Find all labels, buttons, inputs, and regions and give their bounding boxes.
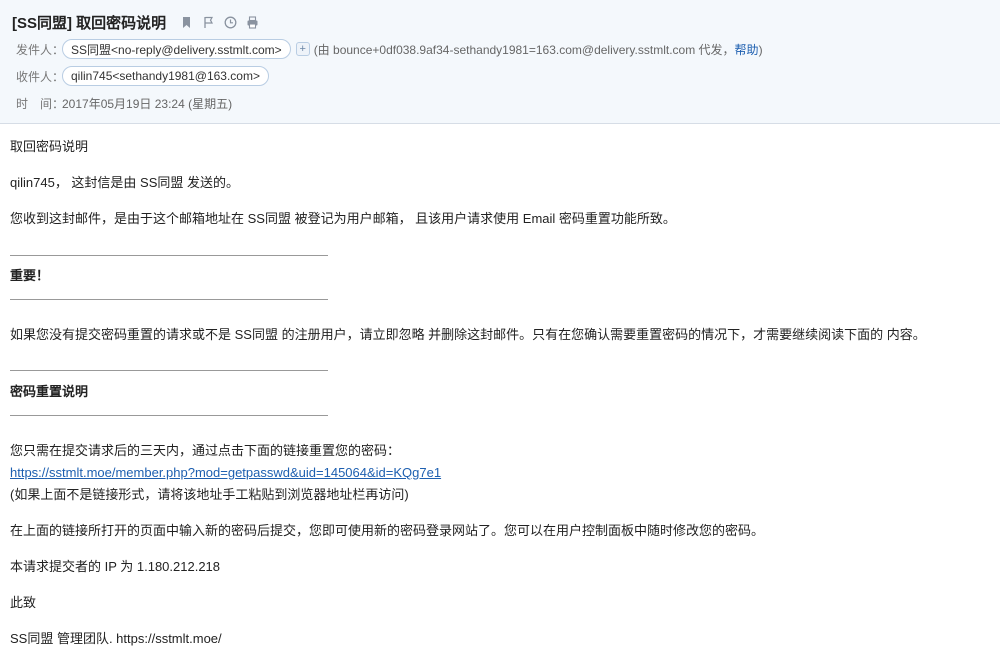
reset-heading: 密码重置说明 (10, 384, 89, 399)
ip-text: 本请求提交者的 IP 为 1.180.212.218 (10, 559, 221, 574)
reason-text: 您收到这封邮件，是由于这个邮箱地址在 SS同盟 被登记为用户邮箱， 且该用户请求… (10, 211, 676, 226)
divider (10, 415, 328, 416)
important-heading: 重要！ (10, 268, 50, 283)
time-row: 时 间： 2017年05月19日 23:24 (星期五) (16, 92, 232, 114)
time-value: 2017年05月19日 23:24 (星期五) (62, 96, 233, 111)
closing-text: 此致 (10, 595, 37, 610)
reset-instruction: 您只需在提交请求后的三天内，通过点击下面的链接重置您的密码： (10, 443, 401, 458)
add-contact-button[interactable]: + (295, 42, 310, 56)
link-note: (如果上面不是链接形式，请将该地址手工粘贴到浏览器地址栏再访问) (10, 487, 409, 502)
proxy-suffix: ) (758, 42, 763, 57)
divider (10, 370, 328, 371)
proxy-note: (由 bounce+0df038.9af34-sethandy1981=163.… (314, 41, 763, 58)
mail-subject: [SS同盟] 取回密码说明 (12, 14, 167, 32)
subject-toolbar (180, 15, 259, 29)
help-link[interactable]: 帮助 (735, 43, 759, 57)
print-icon[interactable] (246, 15, 259, 29)
sender-label: 发件人： (16, 42, 65, 57)
sender-pill[interactable]: SS同盟<no-reply@delivery.sstmlt.com> (62, 39, 291, 59)
divider (10, 255, 328, 256)
sender-row: 发件人： SS同盟<no-reply@delivery.sstmlt.com> … (16, 38, 763, 60)
flag-icon[interactable] (202, 16, 215, 29)
after-text: 在上面的链接所打开的页面中输入新的密码后提交，您即可使用新的密码登录网站了。您可… (10, 523, 765, 538)
reset-link[interactable]: https://sstmlt.moe/member.php?mod=getpas… (10, 465, 441, 481)
recipient-pill[interactable]: qilin745<sethandy1981@163.com> (62, 66, 269, 86)
recipient-row: 收件人： qilin745<sethandy1981@163.com> (16, 65, 269, 87)
greeting-text: qilin745， 这封信是由 SS同盟 发送的。 (10, 175, 239, 190)
clock-icon[interactable] (224, 16, 237, 29)
signature-text: SS同盟 管理团队. https://sstmlt.moe/ (10, 631, 222, 646)
recipient-label: 收件人： (16, 69, 65, 84)
mail-header: [SS同盟] 取回密码说明 发件人： SS同盟<no-reply@deliver… (0, 0, 1000, 124)
important-text: 如果您没有提交密码重置的请求或不是 SS同盟 的注册用户，请立即忽略 并删除这封… (10, 327, 926, 342)
divider (10, 299, 328, 300)
body-title: 取回密码说明 (10, 139, 89, 154)
bookmark-icon[interactable] (180, 16, 193, 29)
subject-row: [SS同盟] 取回密码说明 (12, 12, 259, 32)
proxy-prefix: (由 bounce+0df038.9af34-sethandy1981=163.… (313, 42, 735, 57)
time-label: 时 间： (16, 96, 65, 111)
